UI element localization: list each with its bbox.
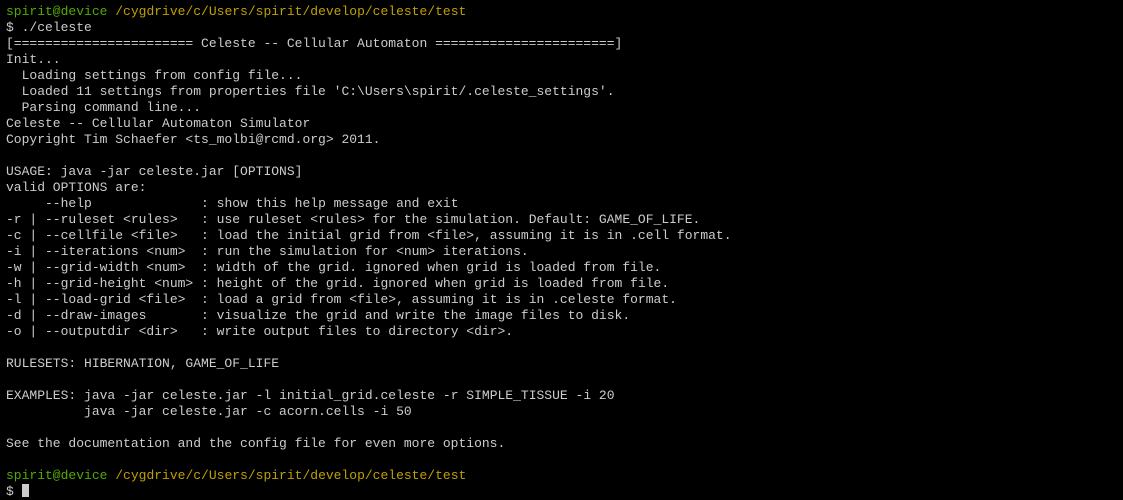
valid-options-header: valid OPTIONS are: (6, 180, 146, 195)
copyright-line: Copyright Tim Schaefer <ts_molbi@rcmd.or… (6, 132, 380, 147)
option-row: -r | --ruleset <rules> : use ruleset <ru… (6, 212, 700, 227)
example-line: java -jar celeste.jar -l initial_grid.ce… (84, 388, 615, 403)
footer-line: See the documentation and the config fil… (6, 436, 505, 451)
init-line: Loading settings from config file... (6, 68, 302, 83)
init-line: Parsing command line... (6, 100, 201, 115)
product-line: Celeste -- Cellular Automaton Simulator (6, 116, 310, 131)
option-row: -o | --outputdir <dir> : write output fi… (6, 324, 513, 339)
banner-line: [======================= Celeste -- Cell… (6, 36, 622, 51)
prompt-path: /cygdrive/c/Users/spirit/develop/celeste… (115, 468, 466, 483)
rulesets-line: RULESETS: HIBERNATION, GAME_OF_LIFE (6, 356, 279, 371)
option-row: --help : show this help message and exit (6, 196, 459, 211)
option-row: -i | --iterations <num> : run the simula… (6, 244, 529, 259)
option-row: -l | --load-grid <file> : load a grid fr… (6, 292, 677, 307)
option-row: -d | --draw-images : visualize the grid … (6, 308, 630, 323)
prompt-path: /cygdrive/c/Users/spirit/develop/celeste… (115, 4, 466, 19)
example-line: java -jar celeste.jar -c acorn.cells -i … (84, 404, 412, 419)
prompt-userhost: spirit@device (6, 4, 107, 19)
examples-label: EXAMPLES: (6, 388, 76, 403)
cursor[interactable] (22, 484, 29, 497)
entered-command: ./celeste (22, 20, 92, 35)
usage-line: USAGE: java -jar celeste.jar [OPTIONS] (6, 164, 302, 179)
init-header: Init... (6, 52, 61, 67)
init-line: Loaded 11 settings from properties file … (6, 84, 615, 99)
option-row: -h | --grid-height <num> : height of the… (6, 276, 669, 291)
prompt-userhost: spirit@device (6, 468, 107, 483)
prompt-symbol: $ (6, 484, 14, 499)
prompt-symbol: $ (6, 20, 14, 35)
option-row: -w | --grid-width <num> : width of the g… (6, 260, 661, 275)
option-row: -c | --cellfile <file> : load the initia… (6, 228, 732, 243)
terminal-output[interactable]: spirit@device /cygdrive/c/Users/spirit/d… (0, 0, 1123, 500)
